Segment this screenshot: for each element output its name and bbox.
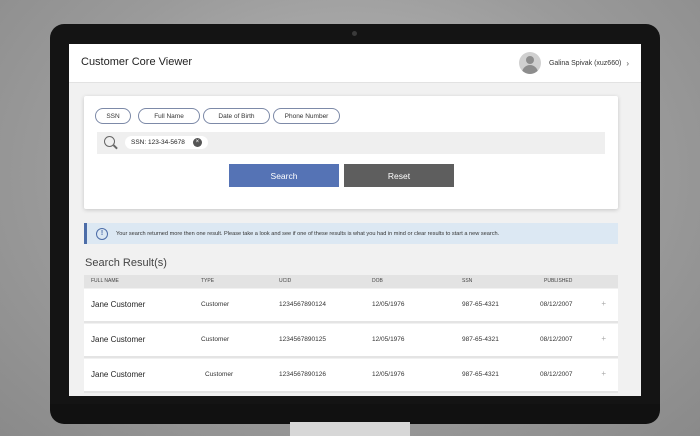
search-input[interactable]: SSN: 123-34-5678 ×: [97, 132, 605, 154]
screen: Customer Core Viewer Galina Spivak (xuz6…: [69, 44, 641, 396]
monitor-stand: [290, 422, 410, 436]
expand-icon[interactable]: +: [601, 299, 606, 308]
info-message: Your search returned more then one resul…: [116, 230, 500, 237]
cell-ssn: 987-65-4321: [462, 371, 499, 378]
col-type[interactable]: TYPE: [201, 278, 214, 284]
col-ucid[interactable]: UCID: [279, 278, 291, 284]
results-title: Search Result(s): [85, 257, 167, 269]
cell-dob: 12/05/1976: [372, 336, 405, 343]
table-row[interactable]: Jane Customer Customer 1234567890125 12/…: [84, 324, 618, 358]
cell-name: Jane Customer: [91, 370, 146, 379]
cell-ucid: 1234567890125: [279, 336, 326, 343]
app-header: Customer Core Viewer Galina Spivak (xuz6…: [69, 44, 641, 83]
cell-type: Customer: [201, 336, 230, 343]
col-published[interactable]: PUBLISHED: [544, 278, 572, 284]
cell-published: 08/12/2007: [540, 336, 573, 343]
monitor-frame: Customer Core Viewer Galina Spivak (xuz6…: [50, 24, 660, 422]
cell-type: Customer: [205, 371, 234, 378]
col-ssn[interactable]: SSN: [462, 278, 472, 284]
cell-published: 08/12/2007: [540, 371, 573, 378]
filter-chip-phone[interactable]: Phone Number: [273, 108, 340, 124]
info-icon: !: [96, 227, 108, 240]
cell-published: 08/12/2007: [540, 301, 573, 308]
cell-ssn: 987-65-4321: [462, 301, 499, 308]
results-table: FULL NAME TYPE UCID DOB SSN PUBLISHED Ja…: [84, 275, 618, 393]
info-banner: ! Your search returned more then one res…: [84, 223, 618, 244]
search-tag: SSN: 123-34-5678 ×: [125, 136, 208, 149]
avatar: [518, 52, 541, 74]
user-name: Galina Spivak (xuz660): [548, 59, 622, 67]
cell-ssn: 987-65-4321: [462, 336, 499, 343]
filter-chip-full-name[interactable]: Full Name: [138, 108, 200, 124]
search-card: SSN Full Name Date of Birth Phone Number…: [84, 96, 618, 209]
cell-ucid: 1234567890124: [279, 301, 326, 308]
chevron-right-icon: ›: [626, 58, 629, 68]
reset-button[interactable]: Reset: [344, 164, 454, 187]
expand-icon[interactable]: +: [601, 369, 606, 378]
app-title: Customer Core Viewer: [81, 56, 193, 68]
table-header: FULL NAME TYPE UCID DOB SSN PUBLISHED: [84, 275, 618, 288]
filter-chip-dob[interactable]: Date of Birth: [203, 108, 270, 124]
cell-dob: 12/05/1976: [372, 301, 405, 308]
search-tag-label: SSN: 123-34-5678: [131, 139, 185, 146]
expand-icon[interactable]: +: [601, 334, 606, 343]
col-full-name[interactable]: FULL NAME: [91, 278, 119, 284]
search-icon: [104, 136, 115, 147]
search-button[interactable]: Search: [229, 164, 339, 187]
webcam-dot: [352, 31, 357, 36]
table-row[interactable]: Jane Customer Customer 1234567890126 12/…: [84, 359, 618, 393]
filter-chip-ssn[interactable]: SSN: [95, 108, 131, 124]
cell-dob: 12/05/1976: [372, 371, 405, 378]
col-dob[interactable]: DOB: [372, 278, 383, 284]
cell-ucid: 1234567890126: [279, 371, 326, 378]
user-menu[interactable]: Galina Spivak (xuz660) ›: [518, 52, 629, 74]
cell-name: Jane Customer: [91, 335, 146, 344]
table-row[interactable]: Jane Customer Customer 1234567890124 12/…: [84, 289, 618, 323]
cell-type: Customer: [201, 301, 230, 308]
monitor-chin: [50, 404, 660, 424]
cell-name: Jane Customer: [91, 300, 146, 309]
close-icon[interactable]: ×: [192, 138, 202, 147]
